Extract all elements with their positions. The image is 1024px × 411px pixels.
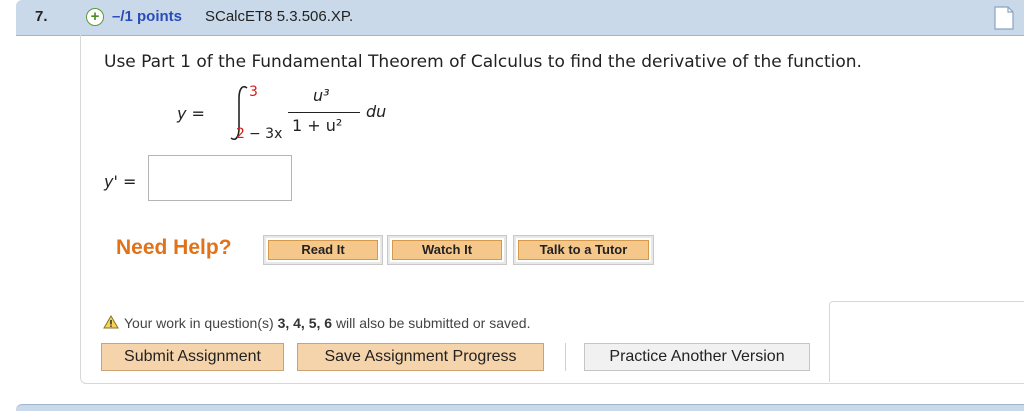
notice-prefix: Your work in question(s)	[124, 315, 274, 331]
watch-it-button[interactable]: Watch It	[387, 235, 507, 265]
question-points: –/1 points	[112, 8, 183, 25]
side-panel	[829, 301, 1024, 382]
question-code: SCalcET8 5.3.506.XP.	[205, 8, 354, 25]
formula-numerator: u³	[313, 86, 330, 105]
plus-circle-icon[interactable]: +	[86, 8, 104, 26]
watch-it-label: Watch It	[392, 240, 502, 260]
question-number: 7.	[35, 8, 48, 25]
need-help-heading: Need Help?	[116, 236, 232, 259]
integral-upper-limit: 3	[249, 84, 258, 100]
submission-notice: Your work in question(s) 3, 4, 5, 6 will…	[124, 315, 530, 331]
document-icon[interactable]	[994, 6, 1014, 30]
notice-questions: 3, 4, 5, 6	[277, 315, 333, 331]
fraction-bar	[288, 112, 360, 113]
integral-lower-limit-expression: − 3x	[249, 126, 283, 142]
talk-to-tutor-label: Talk to a Tutor	[518, 240, 649, 260]
button-divider	[565, 343, 566, 371]
formula-lhs: y =	[177, 104, 205, 123]
answer-label: y' =	[104, 172, 137, 191]
notice-suffix: will also be submitted or saved.	[335, 315, 531, 331]
save-assignment-progress-button[interactable]: Save Assignment Progress	[297, 343, 544, 371]
formula-denominator: 1 + u²	[292, 116, 343, 135]
integral-lower-limit-number: 2	[236, 126, 245, 142]
submit-assignment-button[interactable]: Submit Assignment	[101, 343, 284, 371]
answer-input[interactable]	[148, 155, 292, 201]
practice-another-version-button[interactable]: Practice Another Version	[584, 343, 810, 371]
read-it-button[interactable]: Read It	[263, 235, 383, 265]
talk-to-tutor-button[interactable]: Talk to a Tutor	[513, 235, 654, 265]
question-prompt: Use Part 1 of the Fundamental Theorem of…	[104, 52, 862, 72]
read-it-label: Read It	[268, 240, 378, 260]
formula-differential: du	[366, 102, 387, 121]
warning-icon	[103, 315, 119, 329]
